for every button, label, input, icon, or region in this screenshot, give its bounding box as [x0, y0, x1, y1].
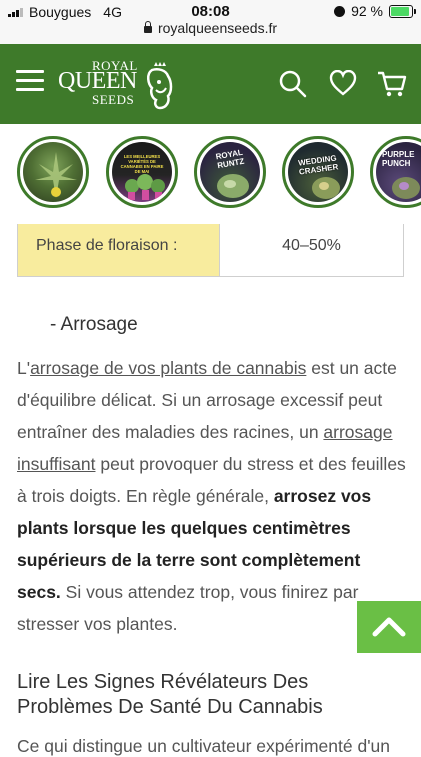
royal-runtz-icon: ROYAL RUNTZ [200, 142, 260, 202]
para-text: Si vous attendez trop, vous finirez par … [17, 582, 359, 634]
battery-percent: 92 % [351, 3, 383, 19]
alarm-icon [334, 5, 346, 17]
lion-icon [147, 62, 173, 110]
wedding-crasher-icon: WEDDING CRASHER [288, 142, 348, 202]
purple-punch-icon: PURPLE PUNCH [376, 142, 421, 202]
table-row: Phase de floraison : 40–50% [17, 224, 404, 277]
story-item[interactable]: ROYAL RUNTZ [194, 136, 266, 208]
logo-text-seeds: SEEDS [92, 92, 135, 107]
section-heading: Lire Les Signes Révélateurs Des Problème… [17, 671, 323, 718]
logo-text-queen: QUEEN [58, 68, 137, 94]
battery-icon [389, 4, 416, 18]
story-item[interactable]: LES MEILLEURES VARIÉTÉS DE CANNABIS EN P… [106, 136, 178, 208]
link-watering-plants[interactable]: arrosage de vos plants de cannabis [30, 358, 306, 378]
royal-queen-seeds-logo[interactable]: ROYAL QUEEN SEEDS [58, 58, 178, 114]
cart-icon[interactable] [377, 70, 407, 98]
heart-icon[interactable] [329, 70, 357, 96]
plants-banner-icon: LES MEILLEURES VARIÉTÉS DE CANNABIS EN P… [112, 142, 172, 202]
scroll-to-top-button[interactable] [357, 601, 421, 653]
chevron-up-icon [372, 617, 406, 637]
table-cell-value: 40–50% [282, 237, 341, 254]
story-item[interactable]: PURPLE PUNCH [370, 136, 421, 208]
stories-carousel[interactable]: LES MEILLEURES VARIÉTÉS DE CANNABIS EN P… [0, 124, 421, 224]
search-icon[interactable] [279, 70, 307, 98]
status-right: 92 % [334, 3, 416, 19]
story-item[interactable]: WEDDING CRASHER [282, 136, 354, 208]
url-bar[interactable]: royalqueenseeds.fr [0, 20, 421, 36]
article-paragraph-start: Ce qui distingue un cultivateur expérime… [17, 736, 391, 756]
article-paragraph: L'arrosage de vos plants de cannabis est… [17, 352, 407, 640]
table-cell-label: Phase de floraison : [18, 224, 220, 276]
story-item[interactable] [17, 136, 89, 208]
url-domain: royalqueenseeds.fr [157, 20, 278, 36]
lock-icon [143, 21, 152, 33]
site-header: ROYAL QUEEN SEEDS [0, 44, 421, 124]
para-text: L' [17, 358, 31, 378]
status-bar: Bouygues 4G 08:08 92 % royalqueenseeds.f… [0, 0, 421, 44]
cannabis-plant-icon [23, 142, 83, 202]
section-subheading: - Arrosage [50, 314, 138, 335]
menu-icon[interactable] [16, 70, 44, 92]
